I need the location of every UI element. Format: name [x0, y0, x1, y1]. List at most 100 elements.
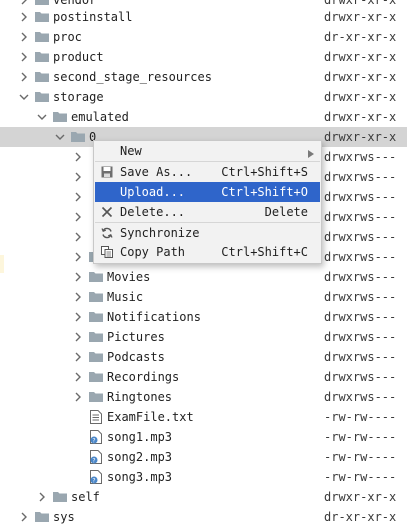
tree-row-label: emulated [71, 110, 129, 124]
chevron-right-icon[interactable] [71, 167, 85, 187]
chevron-right-icon[interactable] [71, 187, 85, 207]
tree-row-song3[interactable]: ? song3.mp3 -rw-rw---- [0, 467, 407, 487]
permissions: drwxrws--- [324, 390, 397, 404]
tree-row-label: song1.mp3 [107, 430, 173, 444]
tree-row-proc[interactable]: proc dr-xr-xr-x [0, 27, 407, 47]
chevron-right-icon[interactable] [71, 147, 85, 167]
shortcut: Delete [264, 205, 308, 219]
tree-row-second-stage-resources[interactable]: second_stage_resources drwxr-xr-x [0, 67, 407, 87]
tree-row-recordings[interactable]: Recordings drwxrws--- [0, 367, 407, 387]
tree-row-label: Music [107, 290, 144, 304]
folder-icon [35, 0, 49, 5]
tree-row-examfile[interactable]: ExamFile.txt -rw-rw---- [0, 407, 407, 427]
folder-icon [89, 371, 103, 382]
text-file-icon [90, 410, 102, 424]
tree-row-label: postinstall [53, 10, 133, 24]
menu-item-new[interactable]: New [95, 141, 320, 161]
tree-row-postinstall[interactable]: postinstall drwxr-xr-x [0, 7, 407, 27]
unknown-file-icon: ? [90, 430, 102, 444]
shortcut: Ctrl+Shift+C [221, 245, 308, 259]
context-menu: New Save As... Ctrl+Shift+S Upload... Ct… [93, 140, 322, 264]
folder-icon [35, 71, 49, 82]
chevron-down-icon[interactable] [53, 127, 67, 147]
shortcut: Ctrl+Shift+O [221, 185, 308, 199]
chevron-right-icon[interactable] [35, 487, 49, 507]
chevron-right-icon[interactable] [17, 67, 31, 87]
tree-row-notifications[interactable]: Notifications drwxrws--- [0, 307, 407, 327]
tree-row-song1[interactable]: ? song1.mp3 -rw-rw---- [0, 427, 407, 447]
chevron-right-icon[interactable] [17, 47, 31, 67]
permissions: drwxrws--- [324, 190, 397, 204]
tree-row-product[interactable]: product drwxr-xr-x [0, 47, 407, 67]
tree-row-music[interactable]: Music drwxrws--- [0, 287, 407, 307]
menu-item-label: Save As... [120, 165, 193, 179]
tree-row-label: Ringtones [107, 390, 173, 404]
chevron-right-icon[interactable] [71, 247, 85, 267]
save-icon [101, 166, 113, 178]
folder-icon [89, 311, 103, 322]
permissions: drwxrws--- [324, 310, 397, 324]
folder-icon [35, 31, 49, 42]
tree-row-storage[interactable]: storage drwxr-xr-x [0, 87, 407, 107]
menu-item-label: Synchronize [120, 226, 200, 240]
tree-row-song2[interactable]: ? song2.mp3 -rw-rw---- [0, 447, 407, 467]
chevron-right-icon[interactable] [71, 287, 85, 307]
folder-icon [89, 271, 103, 282]
chevron-right-icon[interactable] [17, 7, 31, 27]
permissions: drwxrws--- [324, 250, 397, 264]
chevron-right-icon[interactable] [17, 507, 31, 527]
permissions: drwxr-xr-x [324, 10, 397, 24]
chevron-right-icon[interactable] [71, 327, 85, 347]
tree-row-label: Movies [107, 270, 151, 284]
menu-item-upload[interactable]: Upload... Ctrl+Shift+O [95, 182, 320, 202]
permissions: drwxr-xr-x [324, 110, 397, 124]
tree-row-label: proc [53, 30, 82, 44]
chevron-right-icon[interactable] [71, 307, 85, 327]
folder-icon [71, 131, 85, 142]
svg-text:?: ? [92, 477, 95, 484]
folder-icon [35, 511, 49, 522]
tree-row-self[interactable]: self drwxr-xr-x [0, 487, 407, 507]
sync-icon [101, 227, 113, 239]
folder-icon [35, 51, 49, 62]
chevron-right-icon[interactable] [17, 27, 31, 47]
tree-row-label: Recordings [107, 370, 180, 384]
permissions: drwxrws--- [324, 370, 397, 384]
chevron-right-icon[interactable] [71, 347, 85, 367]
tree-row-label: storage [53, 90, 104, 104]
tree-row-label: second_stage_resources [53, 70, 212, 84]
chevron-right-icon[interactable] [71, 387, 85, 407]
tree-row-emulated[interactable]: emulated drwxr-xr-x [0, 107, 407, 127]
chevron-right-icon[interactable] [71, 267, 85, 287]
permissions: dr-xr-xr-x [324, 510, 397, 524]
tree-row-label: song2.mp3 [107, 450, 173, 464]
chevron-down-icon[interactable] [17, 87, 31, 107]
tree-row-label: self [71, 490, 100, 504]
tree-row-sys[interactable]: sys dr-xr-xr-x [0, 507, 407, 527]
chevron-right-icon[interactable] [71, 207, 85, 227]
tree-row-label: sys [53, 510, 75, 524]
menu-item-save-as[interactable]: Save As... Ctrl+Shift+S [95, 162, 320, 182]
chevron-right-icon[interactable] [71, 227, 85, 247]
menu-item-copy-path[interactable]: Copy Path Ctrl+Shift+C [95, 242, 320, 262]
menu-item-delete[interactable]: Delete... Delete [95, 202, 320, 222]
menu-item-synchronize[interactable]: Synchronize [95, 223, 320, 243]
permissions: dr-xr-xr-x [324, 30, 397, 44]
delete-icon [101, 206, 113, 218]
permissions: drwxr-xr-x [324, 130, 397, 144]
chevron-right-icon[interactable] [71, 367, 85, 387]
tree-row-label: Notifications [107, 310, 201, 324]
svg-text:?: ? [92, 457, 95, 464]
permissions: drwxr-xr-x [324, 90, 397, 104]
permissions: drwxrws--- [324, 350, 397, 364]
tree-row-pictures[interactable]: Pictures drwxrws--- [0, 327, 407, 347]
copy-icon [101, 246, 113, 258]
tree-row-label: Podcasts [107, 350, 165, 364]
permissions: drwxr-xr-x [324, 70, 397, 84]
tree-row-movies[interactable]: Movies drwxrws--- [0, 267, 407, 287]
folder-icon [35, 91, 49, 102]
tree-row-ringtones[interactable]: Ringtones drwxrws--- [0, 387, 407, 407]
unknown-file-icon: ? [90, 450, 102, 464]
tree-row-podcasts[interactable]: Podcasts drwxrws--- [0, 347, 407, 367]
chevron-down-icon[interactable] [35, 107, 49, 127]
